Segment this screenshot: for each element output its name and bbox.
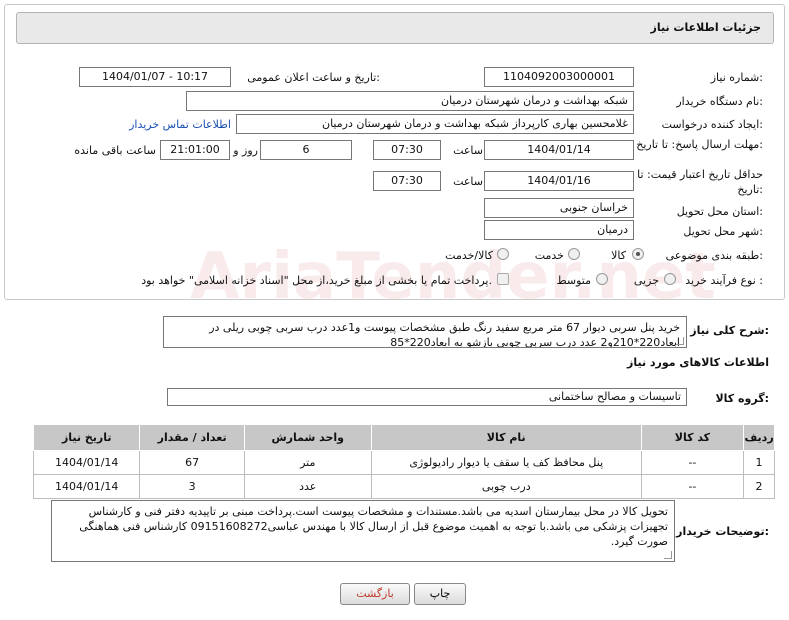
deadline-time-field: 07:30: [373, 140, 441, 160]
print-button[interactable]: چاپ: [414, 583, 466, 605]
summary-text: خرید پنل سربی دیوار 67 متر مربع سفید رنگ…: [209, 321, 680, 348]
category-option-goods: کالا: [611, 249, 626, 262]
resize-handle-icon[interactable]: [664, 551, 672, 559]
cell-code: --: [640, 474, 745, 499]
deadline-label: مهلت ارسال پاسخ: تا تاریخ:: [636, 138, 763, 151]
resize-handle-icon[interactable]: [676, 337, 684, 345]
price-validity-date-field: 1404/01/16: [484, 171, 634, 191]
process-radio-medium[interactable]: [596, 273, 608, 285]
table-header-row: ردیف کد کالا نام کالا واحد شمارش تعداد /…: [32, 424, 775, 451]
column-header-date: تاریخ نیاز: [32, 424, 141, 451]
back-button[interactable]: بازگشت: [340, 583, 410, 605]
goods-group-label: گروه کالا:: [715, 392, 769, 405]
cell-date: 1404/01/14: [32, 450, 141, 475]
price-validity-time-field: 07:30: [373, 171, 441, 191]
announce-label: تاریخ و ساعت اعلان عمومی:: [247, 71, 380, 84]
category-radio-goods-service[interactable]: [497, 248, 509, 260]
cell-unit: عدد: [243, 474, 372, 499]
table-row: 2 -- درب چوبی عدد 3 1404/01/14: [32, 474, 775, 499]
category-radio-service[interactable]: [568, 248, 580, 260]
cell-date: 1404/01/14: [32, 474, 141, 499]
goods-group-field: تاسیسات و مصالح ساختمانی: [167, 388, 687, 406]
page-title: جزئیات اطلاعات نیاز: [650, 21, 762, 34]
process-option-medium: متوسط: [556, 274, 591, 287]
buyer-org-label: نام دستگاه خریدار:: [676, 95, 763, 108]
price-validity-time-label: ساعت: [453, 175, 483, 188]
province-field: خراسان جنوبی: [484, 198, 634, 218]
need-number-field: 1104092003000001: [484, 67, 634, 87]
column-header-unit: واحد شمارش: [243, 424, 372, 451]
city-field: درمیان: [484, 220, 634, 240]
buyer-notes-textarea[interactable]: تحویل کالا در محل بیمارستان اسدیه می باش…: [51, 500, 675, 562]
deadline-date-field: 1404/01/14: [484, 140, 634, 160]
buyer-contact-link[interactable]: اطلاعات تماس خریدار: [129, 118, 231, 131]
cell-quantity: 3: [139, 474, 245, 499]
goods-table: ردیف کد کالا نام کالا واحد شمارش تعداد /…: [32, 424, 775, 499]
cell-row: 1: [743, 450, 775, 475]
cell-row: 2: [743, 474, 775, 499]
category-option-service: خدمت: [534, 249, 564, 262]
column-header-quantity: تعداد / مقدار: [139, 424, 245, 451]
category-radio-goods[interactable]: [632, 248, 644, 260]
payment-note: پرداخت تمام یا بخشی از مبلغ خرید،از محل …: [141, 274, 492, 287]
remaining-time-field: 21:01:00: [160, 140, 230, 160]
creator-label: ایجاد کننده درخواست:: [661, 118, 763, 131]
days-label: روز و: [233, 144, 258, 157]
cell-unit: متر: [243, 450, 372, 475]
need-number-label: شماره نیاز:: [710, 71, 763, 84]
cell-code: --: [640, 450, 745, 475]
remaining-label: ساعت باقی مانده: [74, 144, 156, 157]
creator-field: غلامحسین بهاری کارپرداز شبکه بهداشت و در…: [236, 114, 634, 134]
column-header-name: نام کالا: [370, 424, 642, 451]
category-option-goods-service: کالا/خدمت: [445, 249, 493, 262]
cell-quantity: 67: [139, 450, 245, 475]
panel-header: جزئیات اطلاعات نیاز: [16, 12, 774, 44]
column-header-row: ردیف: [743, 424, 775, 451]
buyer-org-field: شبکه بهداشت و درمان شهرستان درمیان: [186, 91, 634, 111]
deadline-time-label: ساعت: [453, 144, 483, 157]
process-radio-minor[interactable]: [664, 273, 676, 285]
price-validity-label: حداقل تاریخ اعتبار قیمت: تا تاریخ:: [637, 168, 763, 196]
cell-name: درب چوبی: [370, 474, 642, 499]
announce-field: 1404/01/07 - 10:17: [79, 67, 231, 87]
cell-name: پنل محافظ کف یا سقف یا دیوار رادیولوژی: [370, 450, 642, 475]
buyer-notes-label: توضیحات خریدار:: [676, 525, 769, 538]
buyer-notes-text: تحویل کالا در محل بیمارستان اسدیه می باش…: [79, 505, 668, 548]
treasury-checkbox[interactable]: [497, 273, 509, 285]
summary-label: شرح کلی نیاز:: [690, 324, 769, 337]
process-label: نوع فرآیند خرید :: [685, 274, 763, 287]
city-label: شهر محل تحویل:: [683, 225, 763, 238]
table-row: 1 -- پنل محافظ کف یا سقف یا دیوار رادیول…: [32, 450, 775, 475]
summary-textarea[interactable]: خرید پنل سربی دیوار 67 متر مربع سفید رنگ…: [163, 316, 687, 348]
category-label: طبقه بندی موضوعی:: [665, 249, 763, 262]
process-option-minor: جزیی: [633, 274, 659, 287]
province-label: استان محل تحویل:: [676, 205, 763, 218]
days-field: 6: [260, 140, 352, 160]
goods-section-title: اطلاعات کالاهای مورد نیاز: [627, 356, 769, 369]
column-header-code: کد کالا: [640, 424, 745, 451]
